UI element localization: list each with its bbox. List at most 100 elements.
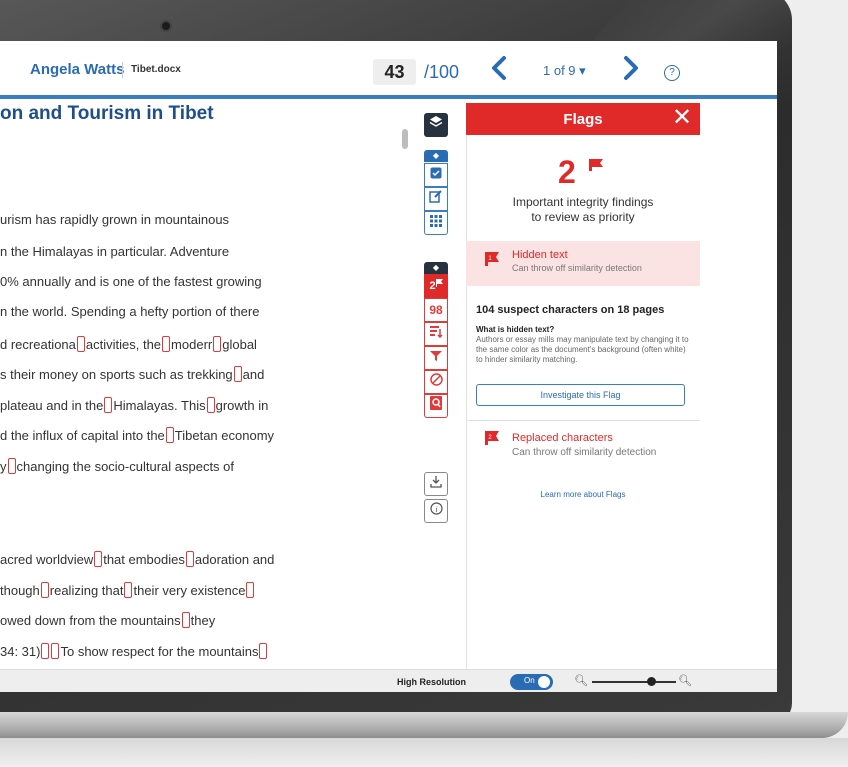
- high-resolution-label: High Resolution: [397, 677, 466, 687]
- line-text: n the world. Spending a hefty portion of…: [0, 304, 260, 319]
- hidden-character-marker[interactable]: [94, 551, 103, 567]
- filter-button[interactable]: [424, 346, 448, 370]
- flag-icon: [589, 159, 603, 171]
- line-text: 0% annually and is one of the fastest gr…: [0, 274, 262, 289]
- line-text: y: [0, 459, 7, 474]
- hidden-character-marker[interactable]: [246, 582, 255, 598]
- sort-icon: [429, 326, 443, 339]
- flag-icon: 1: [485, 252, 499, 266]
- line-text: though: [0, 583, 40, 598]
- grid-button[interactable]: [424, 211, 448, 235]
- document-line: d recreationa activities, the moderr global: [0, 336, 257, 352]
- line-text: d the influx of capital into the: [0, 428, 165, 443]
- line-text: global: [222, 337, 257, 352]
- laptop-shadow: [0, 738, 848, 767]
- chevron-right-icon: [624, 56, 638, 80]
- document-line: s their money on sports such as trekking…: [0, 366, 264, 382]
- suspect-summary: 104 suspect characters on 18 pages: [476, 304, 665, 316]
- flag-name-hidden-text: Hidden text: [512, 249, 568, 261]
- line-text: changing the socio-cultural aspects of: [16, 459, 235, 474]
- flag-icon: 2: [485, 431, 499, 445]
- camera-icon: [160, 20, 172, 32]
- total-pages: /100: [424, 62, 460, 82]
- document-line: 34: 31) To show respect for the mountains: [0, 643, 268, 659]
- info-button[interactable]: i: [424, 499, 448, 523]
- hidden-character-marker[interactable]: [185, 551, 194, 567]
- hidden-character-marker[interactable]: [41, 643, 50, 659]
- header-divider: [122, 62, 123, 78]
- flag-name-replaced-characters[interactable]: Replaced characters: [512, 432, 613, 444]
- hidden-character-marker[interactable]: [259, 643, 268, 659]
- flags-button[interactable]: 2: [424, 274, 448, 298]
- checkbox-icon: [430, 167, 442, 179]
- zoom-in-icon[interactable]: 🔍︎: [678, 674, 692, 687]
- line-text: moderr: [171, 337, 213, 352]
- line-text: s their money on sports such as trekking: [0, 367, 233, 382]
- flag-icon: [435, 279, 443, 287]
- hidden-character-marker[interactable]: [233, 366, 242, 382]
- sort-button[interactable]: [424, 322, 448, 346]
- current-page-input[interactable]: 43: [373, 59, 416, 85]
- hidden-character-marker[interactable]: [162, 336, 171, 352]
- hidden-character-marker[interactable]: [165, 427, 174, 443]
- learn-more-link[interactable]: Learn more about Flags: [466, 490, 700, 499]
- previous-match-button[interactable]: [484, 55, 514, 85]
- hidden-character-marker[interactable]: [181, 612, 190, 628]
- hidden-character-marker[interactable]: [51, 643, 60, 659]
- document-line: y changing the socio-cultural aspects of: [0, 458, 234, 474]
- match-selector[interactable]: 1 of 9 ▾: [543, 63, 586, 79]
- toggle-label: On: [524, 676, 535, 685]
- download-button[interactable]: [424, 472, 448, 496]
- help-button[interactable]: ?: [664, 65, 680, 81]
- document-line: owed down from the mountains they: [0, 612, 215, 628]
- line-text: activities, the: [85, 337, 162, 352]
- zoom-slider-handle[interactable]: [646, 677, 656, 686]
- match-overview-button[interactable]: [424, 163, 448, 187]
- laptop-mockup: Angela Watts Tibet.docx 43 /100 1 of 9 ▾…: [0, 0, 848, 767]
- line-text: realizing that: [49, 583, 124, 598]
- document-line: though realizing that their very existence: [0, 582, 255, 598]
- what-description: Authors or essay mills may manipulate te…: [476, 335, 689, 364]
- priority-description: Important integrity findings to review a…: [512, 195, 654, 224]
- flags-panel-title: Flags: [563, 111, 603, 128]
- next-match-button[interactable]: [616, 55, 646, 85]
- line-text: growth in: [215, 398, 269, 413]
- zoom-out-icon[interactable]: 🔍︎: [574, 674, 588, 687]
- author-name: Angela Watts: [30, 61, 125, 78]
- document-heading: on and Tourism in Tibet: [0, 103, 214, 124]
- grid-icon: [430, 215, 442, 227]
- line-text: 34: 31): [0, 644, 41, 659]
- line-text: owed down from the mountains: [0, 613, 181, 628]
- hidden-character-marker[interactable]: [7, 458, 16, 474]
- line-text: they: [190, 613, 216, 628]
- line-text: d recreationa: [0, 337, 76, 352]
- toggle-knob: [538, 676, 550, 688]
- investigate-flag-button[interactable]: Investigate this Flag: [476, 384, 685, 406]
- layers-button[interactable]: [424, 113, 448, 137]
- similarity-score-button[interactable]: 98: [424, 298, 448, 322]
- hidden-character-marker[interactable]: [213, 336, 222, 352]
- hidden-character-marker[interactable]: [124, 582, 133, 598]
- document-line: urism has rapidly grown in mountainous: [0, 212, 229, 227]
- close-panel-button[interactable]: ✕: [670, 105, 694, 131]
- hidden-character-marker[interactable]: [40, 582, 49, 598]
- line-text: and: [242, 367, 265, 382]
- line-text: that embodies: [103, 552, 185, 567]
- document-line: 0% annually and is one of the fastest gr…: [0, 274, 262, 289]
- chevron-left-icon: [492, 56, 506, 80]
- svg-text:i: i: [435, 505, 437, 514]
- search-document-button[interactable]: [424, 394, 448, 418]
- zoom-slider[interactable]: [592, 681, 676, 683]
- hidden-character-marker[interactable]: [104, 397, 113, 413]
- flag-description: Can throw off similarity detection: [512, 447, 657, 458]
- grading-button[interactable]: [424, 187, 448, 211]
- document-scrollbar[interactable]: [402, 129, 408, 149]
- exclude-button[interactable]: [424, 370, 448, 394]
- app-screen: Angela Watts Tibet.docx 43 /100 1 of 9 ▾…: [0, 41, 777, 692]
- document-line: plateau and in the Himalayas. This growth …: [0, 397, 268, 413]
- line-text: n the Himalayas in particular. Adventure: [0, 244, 230, 259]
- flags-count: 2: [558, 154, 576, 190]
- line-text: acred worldview: [0, 552, 94, 567]
- hidden-character-marker[interactable]: [206, 397, 215, 413]
- hidden-character-marker[interactable]: [76, 336, 85, 352]
